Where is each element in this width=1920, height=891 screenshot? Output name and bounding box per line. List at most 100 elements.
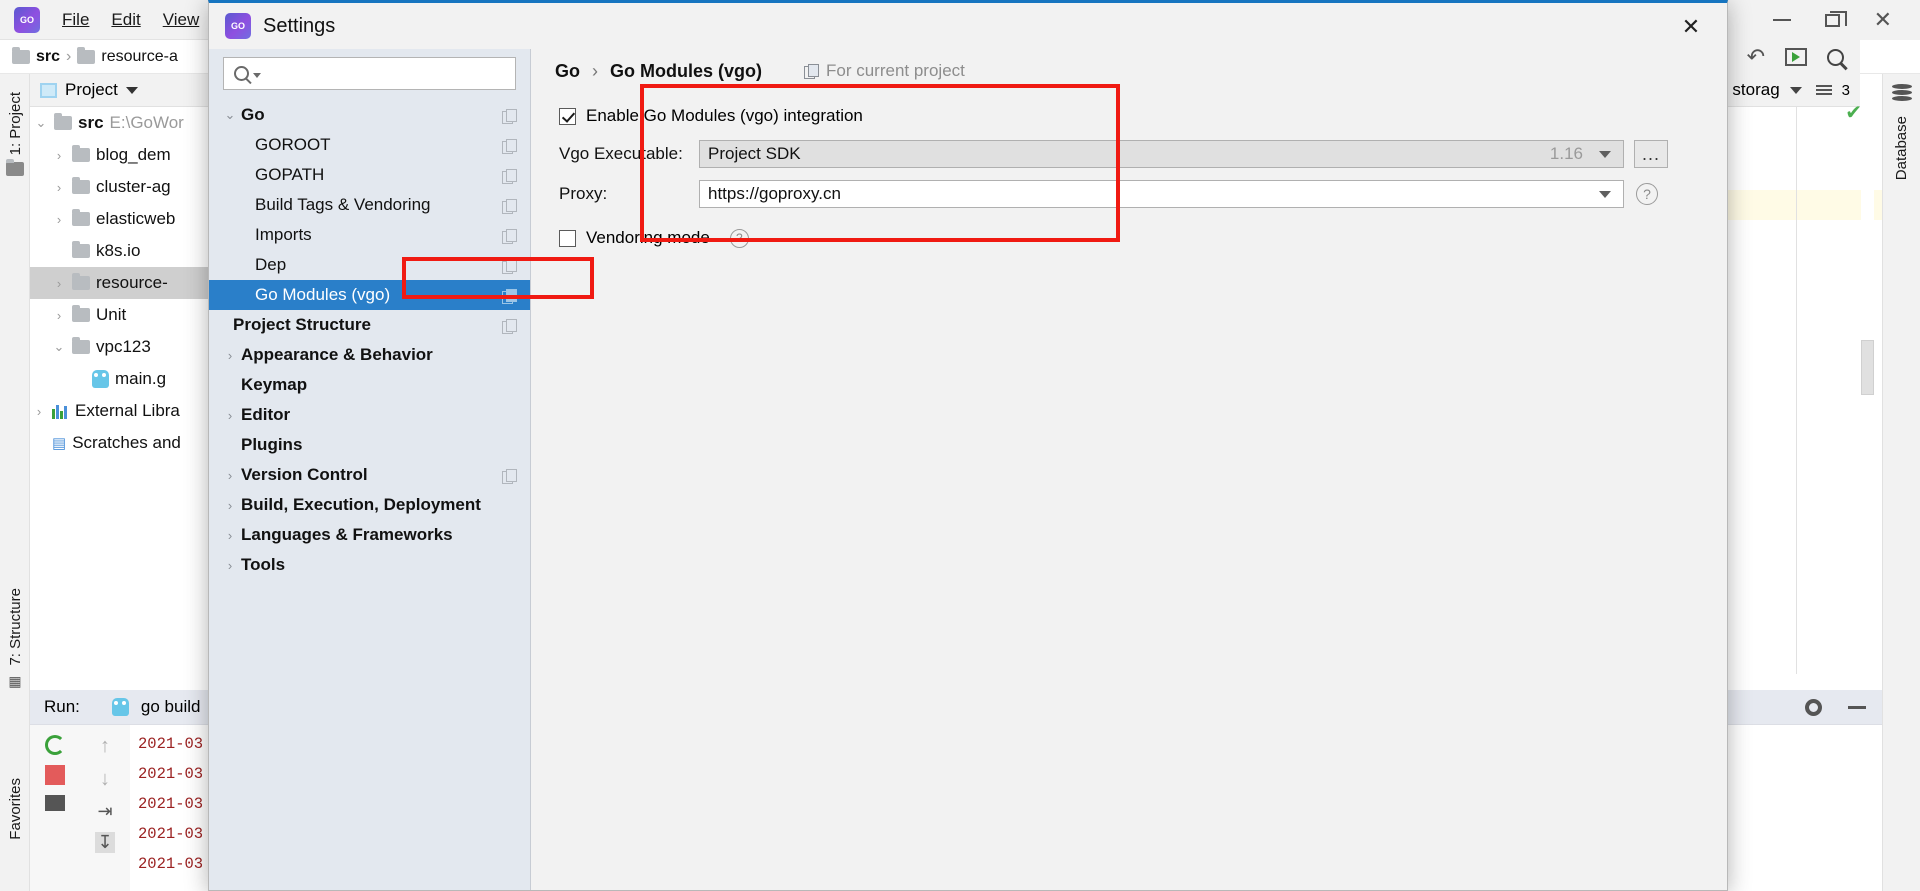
left-strip-label-project[interactable]: 1: Project	[7, 92, 24, 155]
copy-settings-icon[interactable]	[502, 258, 517, 274]
vendoring-help-icon[interactable]: ?	[729, 228, 749, 248]
browse-button[interactable]: ...	[1634, 140, 1668, 168]
sidebar-item-version-control[interactable]: › Version Control	[209, 460, 530, 490]
copy-settings-icon[interactable]	[804, 64, 819, 79]
tree-row[interactable]: ▤ Scratches and	[30, 427, 210, 459]
close-window-button[interactable]: ✕	[1874, 7, 1892, 33]
undo-icon[interactable]: ↶	[1747, 44, 1765, 70]
right-strip-label-database[interactable]: Database	[1893, 116, 1910, 180]
copy-settings-icon[interactable]	[502, 108, 517, 124]
sidebar-item-languages-frameworks[interactable]: › Languages & Frameworks	[209, 520, 530, 550]
chevron-down-icon[interactable]	[125, 86, 138, 94]
project-tree[interactable]: ⌄ src E:\GoWor › blog_dem › cluster-ag ›…	[30, 107, 210, 690]
close-icon[interactable]: ✕	[1677, 13, 1705, 41]
menu-view[interactable]: View	[163, 10, 200, 30]
sidebar-item-appearance-behavior[interactable]: › Appearance & Behavior	[209, 340, 530, 370]
sidebar-item-goroot[interactable]: GOROOT	[209, 130, 530, 160]
chevron-right-icon[interactable]: ›	[219, 528, 241, 543]
vendoring-row[interactable]: Vendoring mode ?	[555, 221, 1703, 255]
copy-settings-icon[interactable]	[502, 288, 517, 304]
minimize-button[interactable]	[1772, 19, 1791, 21]
run-config-name[interactable]: go build	[141, 697, 201, 717]
menu-file[interactable]: File	[62, 10, 89, 30]
search-everywhere-icon[interactable]	[1827, 48, 1844, 66]
tree-row[interactable]: ⌄ src E:\GoWor	[30, 107, 210, 139]
copy-settings-icon[interactable]	[502, 318, 517, 334]
chevron-expanded-icon[interactable]: ⌄	[52, 339, 66, 355]
chevron-right-icon[interactable]: ›	[52, 180, 66, 195]
next-occurrence-icon[interactable]: ↓	[100, 768, 110, 791]
layout-icon[interactable]	[45, 795, 65, 811]
sidebar-item-tools[interactable]: › Tools	[209, 550, 530, 580]
chevron-expanded-icon[interactable]: ⌄	[219, 107, 241, 123]
search-input[interactable]	[265, 58, 515, 89]
sidebar-item-project-structure[interactable]: Project Structure	[209, 310, 530, 340]
proxy-help-icon[interactable]: ?	[1636, 183, 1658, 205]
settings-search-box[interactable]	[223, 57, 516, 90]
sidebar-item-keymap[interactable]: Keymap	[209, 370, 530, 400]
copy-settings-icon[interactable]	[502, 198, 517, 214]
editor-tab-label[interactable]: storag	[1732, 80, 1779, 100]
chevron-down-icon[interactable]	[1599, 190, 1611, 198]
scroll-to-end-icon[interactable]: ↧	[95, 832, 115, 853]
tree-row[interactable]: ⌄ vpc123	[30, 331, 210, 363]
proxy-combo[interactable]: https://goproxy.cn	[699, 180, 1624, 208]
sidebar-item-build-execution-deployment[interactable]: › Build, Execution, Deployment	[209, 490, 530, 520]
chevron-down-icon[interactable]	[1789, 86, 1802, 94]
settings-gear-icon[interactable]	[1805, 699, 1822, 716]
copy-settings-icon[interactable]	[502, 168, 517, 184]
enable-modules-checkbox[interactable]	[559, 107, 576, 125]
tree-row[interactable]: › elasticweb	[30, 203, 210, 235]
chevron-right-icon[interactable]: ›	[52, 276, 66, 291]
menu-edit[interactable]: Edit	[111, 10, 140, 30]
tree-row[interactable]: k8s.io	[30, 235, 210, 267]
hide-panel-icon[interactable]	[1848, 706, 1866, 709]
database-icon[interactable]	[1891, 84, 1912, 102]
chevron-right-icon[interactable]: ›	[219, 498, 241, 513]
tree-row[interactable]: › Unit	[30, 299, 210, 331]
chevron-down-icon[interactable]	[253, 73, 261, 78]
prev-occurrence-icon[interactable]: ↑	[100, 735, 110, 758]
enable-modules-row[interactable]: Enable Go Modules (vgo) integration	[555, 99, 1703, 133]
stop-icon[interactable]	[45, 765, 65, 785]
chevron-right-icon[interactable]: ›	[52, 212, 66, 227]
copy-settings-icon[interactable]	[502, 468, 517, 484]
chevron-right-icon[interactable]: ›	[219, 558, 241, 573]
list-icon[interactable]	[1815, 85, 1832, 95]
sidebar-item-build-tags-vendoring[interactable]: Build Tags & Vendoring	[209, 190, 530, 220]
folder-icon[interactable]	[6, 159, 24, 177]
sidebar-item-go[interactable]: ⌄ Go	[209, 100, 530, 130]
editor-scrollbar-thumb[interactable]	[1861, 340, 1874, 395]
chevron-expanded-icon[interactable]: ⌄	[34, 115, 48, 131]
sidebar-item-plugins[interactable]: Plugins	[209, 430, 530, 460]
sidebar-item-imports[interactable]: Imports	[209, 220, 530, 250]
tree-row[interactable]: › blog_dem	[30, 139, 210, 171]
sidebar-item-dep[interactable]: Dep	[209, 250, 530, 280]
structure-icon[interactable]: ▦	[8, 673, 21, 690]
tree-row[interactable]: › External Libra	[30, 395, 210, 427]
proxy-value[interactable]: https://goproxy.cn	[708, 184, 1599, 204]
copy-settings-icon[interactable]	[502, 228, 517, 244]
tree-row[interactable]: › cluster-ag	[30, 171, 210, 203]
vendoring-checkbox[interactable]	[559, 229, 576, 247]
left-strip-label-favorites[interactable]: Favorites	[7, 778, 24, 840]
project-tool-label[interactable]: Project	[65, 80, 118, 100]
chevron-right-icon[interactable]: ›	[52, 148, 66, 163]
chevron-right-icon[interactable]: ›	[219, 408, 241, 423]
vgo-executable-combo[interactable]: Project SDK 1.16	[699, 140, 1624, 168]
tree-row[interactable]: main.g	[30, 363, 210, 395]
left-strip-label-structure[interactable]: 7: Structure	[7, 588, 24, 666]
sidebar-item-gopath[interactable]: GOPATH	[209, 160, 530, 190]
sidebar-item-go-modules-vgo[interactable]: Go Modules (vgo)	[209, 280, 530, 310]
settings-tree[interactable]: ⌄ Go GOROOT GOPATH Build Tags & Vendorin…	[209, 100, 530, 580]
breadcrumb-resource[interactable]: resource-a	[101, 48, 177, 66]
breadcrumb-root[interactable]: Go	[555, 61, 580, 82]
chevron-down-icon[interactable]	[1599, 150, 1611, 158]
breadcrumb-src[interactable]: src	[36, 48, 60, 66]
chevron-right-icon[interactable]: ›	[32, 404, 46, 419]
tree-row[interactable]: › resource-	[30, 267, 210, 299]
sidebar-item-editor[interactable]: › Editor	[209, 400, 530, 430]
chevron-right-icon[interactable]: ›	[219, 468, 241, 483]
copy-settings-icon[interactable]	[502, 138, 517, 154]
maximize-button[interactable]	[1824, 10, 1847, 27]
